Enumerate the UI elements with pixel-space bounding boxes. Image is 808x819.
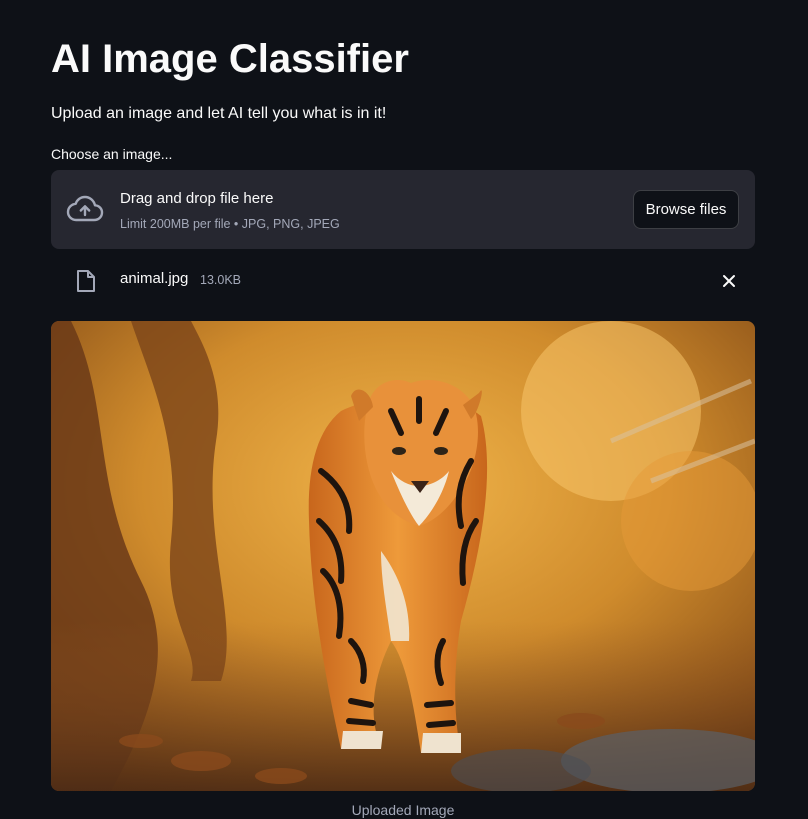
image-caption: Uploaded Image [351, 802, 455, 818]
uploader-label: Choose an image... [51, 146, 173, 162]
uploaded-file-row: animal.jpg 13.0KB [51, 259, 755, 301]
file-dropzone[interactable]: Drag and drop file here Limit 200MB per … [51, 170, 755, 249]
page-title: AI Image Classifier [51, 37, 409, 81]
dropzone-limit: Limit 200MB per file • JPG, PNG, JPEG [120, 217, 340, 231]
dropzone-instructions: Drag and drop file here [120, 190, 274, 207]
uploaded-image [51, 321, 755, 791]
close-icon [723, 275, 735, 287]
browse-files-button[interactable]: Browse files [633, 190, 739, 229]
uploaded-file-size: 13.0KB [200, 273, 242, 287]
file-icon [75, 268, 97, 294]
remove-file-button[interactable] [715, 267, 743, 295]
uploaded-file-name: animal.jpg [120, 270, 189, 287]
cloud-upload-icon [66, 194, 104, 226]
page-subtitle: Upload an image and let AI tell you what… [51, 105, 387, 122]
